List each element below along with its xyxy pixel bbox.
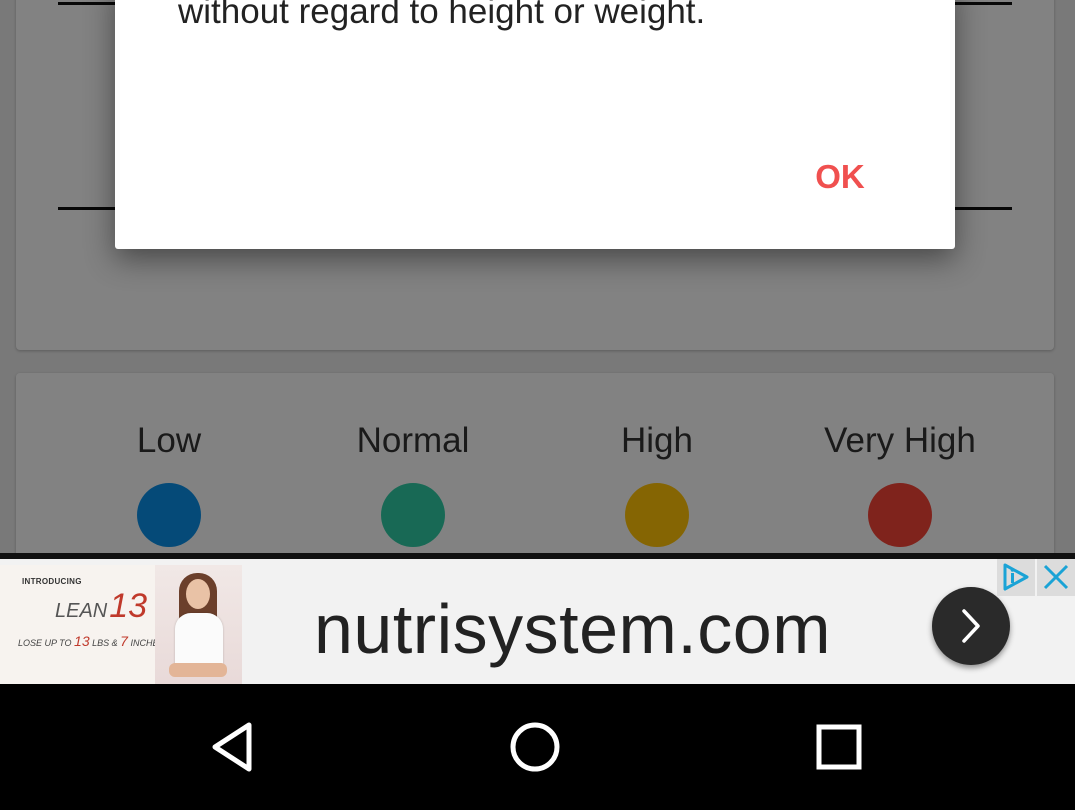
chevron-right-icon	[962, 609, 980, 643]
ad-tagline-lbs: 13	[74, 633, 90, 649]
ad-tagline-prefix: LOSE UP TO	[18, 638, 72, 648]
adchoices-icon	[1003, 563, 1029, 591]
ad-close-button[interactable]	[1037, 559, 1075, 596]
home-icon	[510, 722, 560, 772]
back-button[interactable]	[205, 717, 265, 777]
ad-banner[interactable]: INTRODUCING LEAN13 LOSE UP TO 13 LBS & 7…	[0, 553, 1075, 690]
ad-model-photo	[155, 565, 242, 690]
recents-button[interactable]	[809, 717, 869, 777]
recents-icon	[816, 724, 862, 770]
ad-intro-text: INTRODUCING	[22, 577, 82, 586]
ad-product-name: LEAN	[55, 600, 108, 622]
ad-open-button[interactable]	[932, 587, 1010, 665]
home-button[interactable]	[505, 717, 565, 777]
close-icon	[1043, 564, 1069, 590]
ad-product-number: 13	[109, 587, 148, 625]
dialog-message: without regard to height or weight.	[178, 0, 706, 31]
info-dialog: without regard to height or weight. OK	[115, 0, 955, 249]
back-icon	[212, 722, 252, 772]
ad-domain-text[interactable]: nutrisystem.com	[314, 589, 831, 669]
ad-tagline-inches: 7	[120, 633, 128, 649]
ad-tagline-mid: LBS &	[92, 638, 118, 648]
ad-product-logo: LEAN13	[55, 587, 147, 626]
ok-button[interactable]: OK	[805, 157, 875, 197]
ad-image[interactable]: INTRODUCING LEAN13 LOSE UP TO 13 LBS & 7…	[0, 565, 242, 690]
navigation-bar	[0, 684, 1075, 810]
adchoices-button[interactable]	[997, 559, 1035, 596]
ad-tagline: LOSE UP TO 13 LBS & 7 INCHES	[18, 633, 165, 649]
ad-promo-text: INTRODUCING LEAN13 LOSE UP TO 13 LBS & 7…	[0, 565, 165, 690]
